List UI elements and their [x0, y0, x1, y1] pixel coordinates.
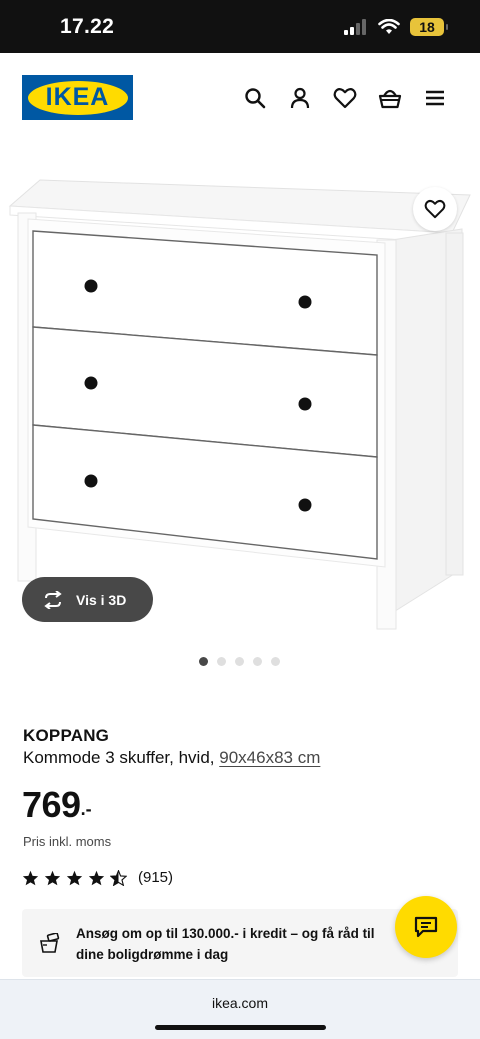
gallery-dot[interactable] — [217, 657, 226, 666]
rotate-3d-icon — [44, 590, 62, 609]
review-count: (915) — [138, 869, 174, 886]
gallery-dot[interactable] — [235, 657, 244, 666]
product-description-text: Kommode 3 skuffer, hvid, — [23, 748, 215, 767]
menu-icon[interactable] — [422, 85, 447, 110]
user-icon[interactable] — [287, 85, 312, 110]
product-description: Kommode 3 skuffer, hvid, 90x46x83 cm — [23, 748, 320, 768]
view-3d-label: Vis i 3D — [76, 591, 127, 608]
status-time: 17.22 — [60, 15, 115, 38]
credit-card-icon — [40, 933, 60, 953]
basket-icon[interactable] — [377, 85, 402, 110]
ikea-logo[interactable]: IKEA — [22, 75, 133, 120]
product-price: 769 .- — [22, 784, 92, 826]
price-value: 769 — [22, 784, 81, 825]
status-bar: 17.22 18 — [0, 0, 480, 53]
status-icons: 18 — [344, 18, 448, 36]
view-3d-button[interactable]: Vis i 3D — [22, 577, 153, 622]
gallery-dot[interactable] — [253, 657, 262, 666]
price-note: Pris inkl. moms — [23, 834, 112, 849]
logo-oval: IKEA — [27, 80, 128, 115]
url-text[interactable]: ikea.com — [0, 995, 480, 1011]
product-name: KOPPANG — [23, 726, 110, 745]
logo-text: IKEA — [45, 83, 110, 111]
home-indicator[interactable] — [155, 1025, 326, 1030]
site-header: IKEA — [0, 53, 480, 143]
heart-icon[interactable] — [332, 85, 357, 110]
wifi-icon — [378, 19, 400, 34]
gallery-dot[interactable] — [271, 657, 280, 666]
credit-banner[interactable]: Ansøg om op til 130.000.- i kredit – og … — [22, 909, 458, 977]
signal-icon — [344, 19, 366, 35]
star-icon — [22, 870, 39, 885]
chat-button[interactable] — [395, 896, 457, 958]
favorite-button[interactable] — [413, 187, 457, 231]
battery-indicator: 18 — [410, 18, 448, 36]
browser-url-bar[interactable]: ikea.com — [0, 979, 480, 1039]
star-icon — [44, 870, 61, 885]
product-gallery[interactable]: Vis i 3D — [0, 143, 480, 683]
search-icon[interactable] — [242, 85, 267, 110]
product-image[interactable] — [0, 143, 480, 643]
gallery-pagination — [199, 657, 280, 666]
price-suffix: .- — [80, 799, 92, 819]
star-icon — [88, 870, 105, 885]
star-icon — [66, 870, 83, 885]
heart-icon — [424, 199, 446, 219]
header-nav — [242, 85, 447, 110]
gallery-dot[interactable] — [199, 657, 208, 666]
half-star-icon — [110, 869, 127, 886]
credit-banner-text: Ansøg om op til 130.000.- i kredit – og … — [76, 926, 375, 962]
product-dimensions-link[interactable]: 90x46x83 cm — [219, 748, 320, 767]
chat-icon — [414, 916, 438, 938]
product-rating[interactable]: (915) — [22, 869, 173, 886]
